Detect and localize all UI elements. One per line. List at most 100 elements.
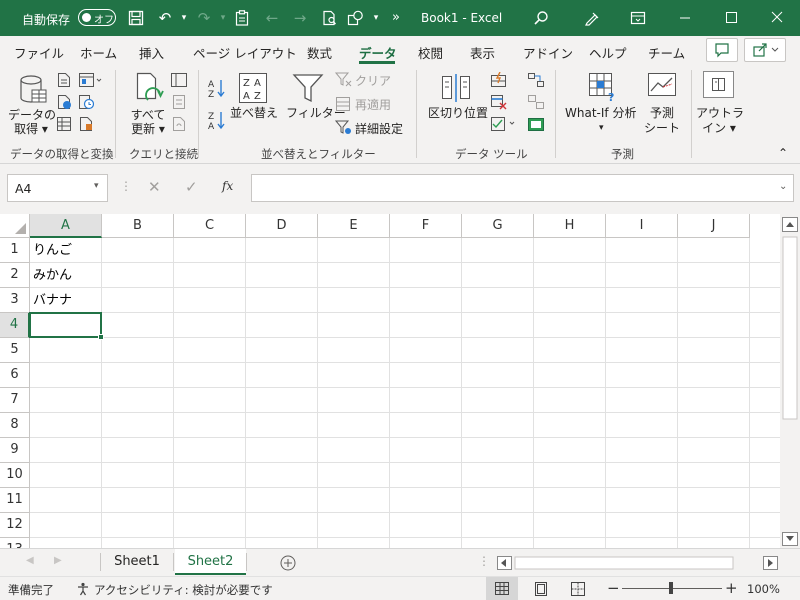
formula-input[interactable]: ⌄ [251,174,794,202]
minimize-button[interactable] [662,0,708,36]
redo-icon[interactable]: ↷ [194,8,214,28]
shapes-dropdown-icon[interactable]: ▾ [366,8,386,28]
column-header-c[interactable]: C [174,214,246,238]
from-table-icon[interactable] [56,94,72,110]
tab-file[interactable]: ファイル [14,43,64,62]
outline-label-1[interactable]: アウトラ [696,106,744,120]
tab-home[interactable]: ホーム [80,43,117,62]
horizontal-scrollbar[interactable] [497,556,779,570]
sort-za-icon[interactable]: ZA [206,110,226,130]
cell-a1[interactable]: りんご [30,238,102,263]
clear-filter-icon[interactable] [335,72,353,88]
tab-review[interactable]: 校閲 [418,43,443,62]
save-icon[interactable] [126,8,146,28]
name-box-dropdown-icon[interactable]: ▾ [94,181,99,191]
insert-function-icon[interactable]: fx [222,179,233,193]
row-header-8[interactable]: 8 [0,413,30,438]
row-header-5[interactable]: 5 [0,338,30,363]
clipboard-icon[interactable] [232,8,252,28]
ribbon-display-icon[interactable] [628,8,648,28]
row-header-12[interactable]: 12 [0,513,30,538]
worksheet-grid[interactable]: ABCDEFGHIJ12345678910111213りんごみかんバナナ [0,214,780,548]
autosave-toggle[interactable]: オフ [78,9,116,26]
get-data-label-1[interactable]: データの [8,108,56,122]
accessibility-icon[interactable] [76,582,90,596]
tab-view[interactable]: 表示 [470,43,495,62]
tab-formulas[interactable]: 数式 [307,43,332,62]
vertical-scrollbar[interactable] [780,214,800,548]
select-all-corner[interactable] [0,214,30,238]
from-web-icon[interactable] [78,72,104,88]
tab-data[interactable]: データ [359,43,397,62]
expand-formula-icon[interactable]: ⌄ [779,181,787,192]
reapply-icon[interactable] [335,96,353,112]
cell-a3[interactable]: バナナ [30,288,102,313]
column-header-i[interactable]: I [606,214,678,238]
refresh-all-icon[interactable] [134,72,166,106]
accessibility-status[interactable]: アクセシビリティ: 検討が必要です [94,582,273,598]
zoom-in-icon[interactable]: + [725,579,738,597]
forecast-sheet-icon[interactable] [647,72,677,102]
column-header-j[interactable]: J [678,214,750,238]
zoom-slider-thumb[interactable] [669,582,673,594]
column-header-b[interactable]: B [102,214,174,238]
column-header-d[interactable]: D [246,214,318,238]
row-header-1[interactable]: 1 [0,238,30,263]
data-model-icon[interactable] [527,116,545,132]
prev-sheet-icon[interactable]: ◀ [26,555,34,566]
properties-icon[interactable] [170,94,188,110]
row-header-6[interactable]: 6 [0,363,30,388]
what-if-icon[interactable]: ? [588,72,618,102]
forecast-sheet-label-2[interactable]: シート [640,121,684,135]
tab-team[interactable]: チーム [648,43,685,62]
maximize-button[interactable] [708,0,754,36]
column-header-g[interactable]: G [462,214,534,238]
collapse-ribbon-icon[interactable]: ⌃ [778,146,788,160]
remove-duplicates-icon[interactable] [490,94,508,110]
advanced-filter-icon[interactable] [335,120,353,136]
text-to-columns-label[interactable]: 区切り位置 [428,106,488,120]
text-to-columns-icon[interactable] [440,72,472,104]
zoom-level[interactable]: 100% [747,582,780,596]
row-header-3[interactable]: 3 [0,288,30,313]
refresh-all-label-2[interactable]: 更新 ▾ [124,122,172,136]
outline-icon[interactable] [702,70,736,100]
column-header-a[interactable]: A [30,214,102,238]
row-header-9[interactable]: 9 [0,438,30,463]
pen-icon[interactable] [582,8,602,28]
shapes-icon[interactable] [346,8,366,28]
comments-button[interactable] [706,38,738,62]
tab-addins[interactable]: アドイン [523,43,573,62]
queries-connections-icon[interactable] [170,72,188,88]
from-text-icon[interactable] [56,72,72,88]
enter-icon[interactable]: ✓ [185,178,198,196]
row-header-11[interactable]: 11 [0,488,30,513]
consolidate-icon[interactable] [527,72,545,88]
filter-icon[interactable] [292,72,324,104]
tab-page-layout[interactable]: ページ レイアウト [193,43,297,62]
search-icon[interactable] [531,8,551,28]
undo-icon[interactable]: ↶ [155,8,175,28]
selected-cell-a4[interactable] [29,312,102,338]
sort-label[interactable]: 並べ替え [230,106,278,120]
name-box[interactable]: A4 ▾ [7,174,108,202]
undo-dropdown-icon[interactable]: ▾ [174,8,194,28]
forward-arrow-icon[interactable]: → [290,8,310,28]
row-header-13[interactable]: 13 [0,538,30,548]
redo-dropdown-icon[interactable]: ▾ [213,8,233,28]
data-validation-icon[interactable] [490,116,518,132]
zoom-out-icon[interactable]: − [607,579,620,597]
close-button[interactable] [754,0,800,36]
new-sheet-icon[interactable] [280,555,296,571]
reapply-label[interactable]: 再適用 [355,98,391,112]
page-break-view-icon[interactable] [570,581,586,597]
column-header-e[interactable]: E [318,214,390,238]
what-if-label[interactable]: What-If 分析 [565,106,636,120]
column-header-h[interactable]: H [534,214,606,238]
next-sheet-icon[interactable]: ▶ [54,555,62,566]
get-data-label-2[interactable]: 取得 ▾ [8,122,54,136]
row-header-2[interactable]: 2 [0,263,30,288]
back-arrow-icon[interactable]: ← [262,8,282,28]
tab-help[interactable]: ヘルプ [589,43,627,62]
flash-fill-icon[interactable] [490,72,508,88]
